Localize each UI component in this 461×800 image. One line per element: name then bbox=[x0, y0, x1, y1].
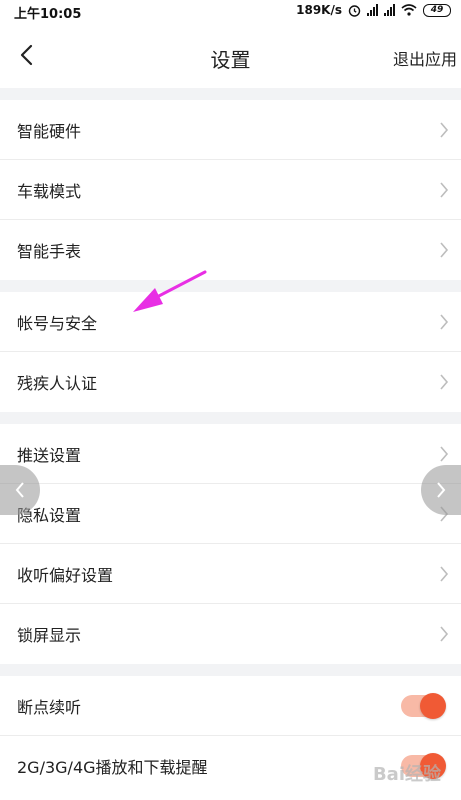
chevron-right-icon bbox=[437, 482, 446, 498]
row-label: 推送设置 bbox=[17, 446, 82, 465]
watermark: Bai经验 bbox=[372, 764, 441, 785]
chevron-right-icon bbox=[440, 626, 449, 642]
chevron-right-icon bbox=[440, 446, 449, 462]
annotation-arrow-icon bbox=[133, 270, 207, 312]
settings-row-smart-hardware[interactable]: 智能硬件 bbox=[0, 100, 461, 160]
section-gap bbox=[0, 88, 461, 100]
chevron-right-icon bbox=[440, 242, 449, 258]
section-gap bbox=[0, 280, 461, 292]
exit-app-button[interactable]: 退出应用 bbox=[393, 46, 457, 70]
row-label: 残疾人认证 bbox=[17, 374, 98, 393]
settings-row-push[interactable]: 推送设置 bbox=[0, 424, 461, 484]
alarm-icon bbox=[348, 4, 361, 17]
status-bar: 上午10:05 189K/s 49 bbox=[0, 0, 461, 24]
settings-row-lockscreen[interactable]: 锁屏显示 bbox=[0, 604, 461, 664]
row-label: 智能手表 bbox=[17, 242, 82, 261]
chevron-right-icon bbox=[440, 122, 449, 138]
settings-row-disability-cert[interactable]: 残疾人认证 bbox=[0, 352, 461, 412]
network-speed: 189K/s bbox=[296, 3, 342, 17]
page-title: 设置 bbox=[210, 48, 251, 72]
settings-row-listening-prefs[interactable]: 收听偏好设置 bbox=[0, 544, 461, 604]
row-label: 断点续听 bbox=[17, 698, 82, 717]
settings-row-resume-play: 断点续听 bbox=[0, 676, 461, 736]
settings-row-car-mode[interactable]: 车载模式 bbox=[0, 160, 461, 220]
wifi-icon bbox=[401, 4, 417, 16]
signal-icon bbox=[384, 4, 395, 16]
status-icons: 189K/s 49 bbox=[296, 3, 451, 17]
row-label: 2G/3G/4G播放和下载提醒 bbox=[17, 758, 208, 777]
settings-row-smart-watch[interactable]: 智能手表 bbox=[0, 220, 461, 280]
chevron-right-icon bbox=[440, 314, 449, 330]
section-gap bbox=[0, 412, 461, 424]
settings-row-privacy[interactable]: 隐私设置 bbox=[0, 484, 461, 544]
row-label: 收听偏好设置 bbox=[17, 566, 114, 585]
battery-icon: 49 bbox=[423, 3, 451, 17]
row-label: 锁屏显示 bbox=[17, 626, 82, 645]
toggle-knob bbox=[420, 693, 446, 719]
navbar: 设置 退出应用 bbox=[0, 24, 461, 88]
row-label: 帐号与安全 bbox=[17, 314, 98, 333]
chevron-right-icon bbox=[440, 182, 449, 198]
settings-row-account-security[interactable]: 帐号与安全 bbox=[0, 292, 461, 352]
row-label: 车载模式 bbox=[17, 182, 82, 201]
chevron-left-icon bbox=[15, 482, 24, 498]
chevron-right-icon bbox=[440, 566, 449, 582]
status-time: 上午10:05 bbox=[14, 7, 82, 22]
resume-play-toggle[interactable] bbox=[401, 693, 446, 719]
section-gap bbox=[0, 664, 461, 676]
chevron-right-icon bbox=[440, 374, 449, 390]
signal-hd-icon bbox=[367, 4, 378, 16]
row-label: 智能硬件 bbox=[17, 122, 82, 141]
